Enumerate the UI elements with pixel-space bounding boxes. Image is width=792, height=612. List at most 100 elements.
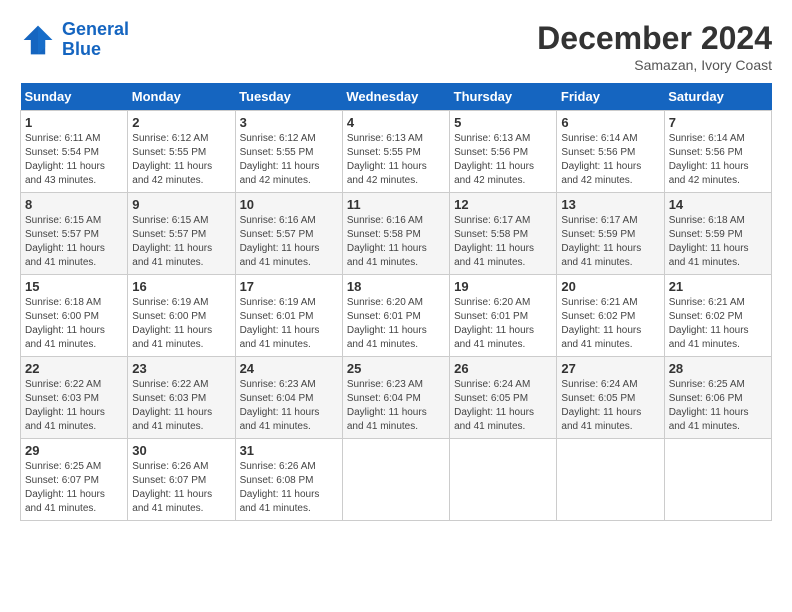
day-info: Sunrise: 6:11 AMSunset: 5:54 PMDaylight:… (25, 132, 123, 188)
calendar-cell: 10Sunrise: 6:16 AMSunset: 5:57 PMDayligh… (235, 193, 342, 275)
day-number: 20 (561, 279, 659, 294)
day-info: Sunrise: 6:26 AMSunset: 6:08 PMDaylight:… (240, 460, 338, 516)
day-info: Sunrise: 6:13 AMSunset: 5:56 PMDaylight:… (454, 132, 552, 188)
calendar-cell: 17 Sunrise: 6:19 AMSunset: 6:01 PMDayligh… (235, 275, 342, 357)
day-info: Sunrise: 6:22 AMSunset: 6:03 PMDaylight:… (132, 378, 230, 434)
day-number: 10 (240, 197, 338, 212)
calendar-cell: 9Sunrise: 6:15 AMSunset: 5:57 PMDaylight… (128, 193, 235, 275)
calendar-cell: 25 Sunrise: 6:23 AMSunset: 6:04 PMDayligh… (342, 357, 449, 439)
weekday-header-row: SundayMondayTuesdayWednesdayThursdayFrid… (21, 83, 772, 111)
day-number: 19 (454, 279, 552, 294)
logo: General Blue (20, 20, 129, 60)
calendar-cell: 31 Sunrise: 6:26 AMSunset: 6:08 PMDayligh… (235, 439, 342, 521)
day-info: Sunrise: 6:17 AMSunset: 5:59 PMDaylight:… (561, 214, 659, 270)
calendar-cell: 21Sunrise: 6:21 AMSunset: 6:02 PMDayligh… (664, 275, 771, 357)
calendar-cell: 8 Sunrise: 6:15 AMSunset: 5:57 PMDaylight… (21, 193, 128, 275)
day-number: 2 (132, 115, 230, 130)
day-number: 25 (347, 361, 445, 376)
day-info: Sunrise: 6:13 AMSunset: 5:55 PMDaylight:… (347, 132, 445, 188)
day-number: 18 (347, 279, 445, 294)
calendar-row: 29 Sunrise: 6:25 AMSunset: 6:07 PMDayligh… (21, 439, 772, 521)
day-info: Sunrise: 6:16 AMSunset: 5:58 PMDaylight:… (347, 214, 445, 270)
calendar-cell: 14Sunrise: 6:18 AMSunset: 5:59 PMDayligh… (664, 193, 771, 275)
day-number: 27 (561, 361, 659, 376)
weekday-header: Friday (557, 83, 664, 111)
day-number: 17 (240, 279, 338, 294)
day-number: 16 (132, 279, 230, 294)
day-info: Sunrise: 6:21 AMSunset: 6:02 PMDaylight:… (561, 296, 659, 352)
day-info: Sunrise: 6:15 AMSunset: 5:57 PMDaylight:… (25, 214, 123, 270)
day-info: Sunrise: 6:18 AMSunset: 5:59 PMDaylight:… (669, 214, 767, 270)
calendar-cell (342, 439, 449, 521)
day-info: Sunrise: 6:14 AMSunset: 5:56 PMDaylight:… (561, 132, 659, 188)
day-info: Sunrise: 6:24 AMSunset: 6:05 PMDaylight:… (454, 378, 552, 434)
calendar-cell (664, 439, 771, 521)
day-info: Sunrise: 6:20 AMSunset: 6:01 PMDaylight:… (454, 296, 552, 352)
day-number: 23 (132, 361, 230, 376)
calendar-row: 15 Sunrise: 6:18 AMSunset: 6:00 PMDayligh… (21, 275, 772, 357)
calendar-table: SundayMondayTuesdayWednesdayThursdayFrid… (20, 83, 772, 521)
weekday-header: Thursday (450, 83, 557, 111)
calendar-cell (450, 439, 557, 521)
day-number: 1 (25, 115, 123, 130)
day-number: 29 (25, 443, 123, 458)
day-info: Sunrise: 6:15 AMSunset: 5:57 PMDaylight:… (132, 214, 230, 270)
day-number: 4 (347, 115, 445, 130)
location: Samazan, Ivory Coast (537, 57, 772, 73)
day-number: 26 (454, 361, 552, 376)
day-number: 7 (669, 115, 767, 130)
calendar-cell: 7 Sunrise: 6:14 AMSunset: 5:56 PMDaylight… (664, 111, 771, 193)
weekday-header: Sunday (21, 83, 128, 111)
logo-icon (20, 22, 56, 58)
weekday-header: Tuesday (235, 83, 342, 111)
calendar-cell: 18 Sunrise: 6:20 AMSunset: 6:01 PMDayligh… (342, 275, 449, 357)
calendar-row: 8 Sunrise: 6:15 AMSunset: 5:57 PMDaylight… (21, 193, 772, 275)
day-number: 8 (25, 197, 123, 212)
day-number: 24 (240, 361, 338, 376)
calendar-cell: 27 Sunrise: 6:24 AMSunset: 6:05 PMDayligh… (557, 357, 664, 439)
calendar-cell: 15 Sunrise: 6:18 AMSunset: 6:00 PMDayligh… (21, 275, 128, 357)
day-info: Sunrise: 6:24 AMSunset: 6:05 PMDaylight:… (561, 378, 659, 434)
day-info: Sunrise: 6:25 AMSunset: 6:07 PMDaylight:… (25, 460, 123, 516)
day-number: 15 (25, 279, 123, 294)
day-info: Sunrise: 6:14 AMSunset: 5:56 PMDaylight:… (669, 132, 767, 188)
day-number: 11 (347, 197, 445, 212)
day-info: Sunrise: 6:18 AMSunset: 6:00 PMDaylight:… (25, 296, 123, 352)
day-info: Sunrise: 6:23 AMSunset: 6:04 PMDaylight:… (240, 378, 338, 434)
day-info: Sunrise: 6:22 AMSunset: 6:03 PMDaylight:… (25, 378, 123, 434)
day-number: 30 (132, 443, 230, 458)
calendar-cell: 1 Sunrise: 6:11 AMSunset: 5:54 PMDaylight… (21, 111, 128, 193)
logo-text: General Blue (62, 20, 129, 60)
weekday-header: Wednesday (342, 83, 449, 111)
calendar-cell: 6 Sunrise: 6:14 AMSunset: 5:56 PMDaylight… (557, 111, 664, 193)
page-header: General Blue December 2024 Samazan, Ivor… (20, 20, 772, 73)
calendar-cell: 30 Sunrise: 6:26 AMSunset: 6:07 PMDayligh… (128, 439, 235, 521)
day-info: Sunrise: 6:19 AMSunset: 6:01 PMDaylight:… (240, 296, 338, 352)
day-info: Sunrise: 6:20 AMSunset: 6:01 PMDaylight:… (347, 296, 445, 352)
calendar-cell: 4 Sunrise: 6:13 AMSunset: 5:55 PMDaylight… (342, 111, 449, 193)
calendar-cell: 19 Sunrise: 6:20 AMSunset: 6:01 PMDayligh… (450, 275, 557, 357)
day-number: 31 (240, 443, 338, 458)
day-number: 6 (561, 115, 659, 130)
calendar-cell: 5Sunrise: 6:13 AMSunset: 5:56 PMDaylight… (450, 111, 557, 193)
calendar-cell: 13 Sunrise: 6:17 AMSunset: 5:59 PMDayligh… (557, 193, 664, 275)
day-info: Sunrise: 6:21 AMSunset: 6:02 PMDaylight:… (669, 296, 767, 352)
calendar-row: 1 Sunrise: 6:11 AMSunset: 5:54 PMDaylight… (21, 111, 772, 193)
calendar-cell: 2 Sunrise: 6:12 AMSunset: 5:55 PMDaylight… (128, 111, 235, 193)
calendar-cell: 29 Sunrise: 6:25 AMSunset: 6:07 PMDayligh… (21, 439, 128, 521)
month-title: December 2024 (537, 20, 772, 57)
day-info: Sunrise: 6:12 AMSunset: 5:55 PMDaylight:… (132, 132, 230, 188)
title-section: December 2024 Samazan, Ivory Coast (537, 20, 772, 73)
day-number: 13 (561, 197, 659, 212)
calendar-cell: 3 Sunrise: 6:12 AMSunset: 5:55 PMDaylight… (235, 111, 342, 193)
calendar-cell: 20 Sunrise: 6:21 AMSunset: 6:02 PMDayligh… (557, 275, 664, 357)
calendar-cell: 26 Sunrise: 6:24 AMSunset: 6:05 PMDayligh… (450, 357, 557, 439)
calendar-cell: 24 Sunrise: 6:23 AMSunset: 6:04 PMDayligh… (235, 357, 342, 439)
day-info: Sunrise: 6:26 AMSunset: 6:07 PMDaylight:… (132, 460, 230, 516)
day-number: 12 (454, 197, 552, 212)
day-number: 3 (240, 115, 338, 130)
day-info: Sunrise: 6:23 AMSunset: 6:04 PMDaylight:… (347, 378, 445, 434)
day-info: Sunrise: 6:12 AMSunset: 5:55 PMDaylight:… (240, 132, 338, 188)
day-info: Sunrise: 6:19 AMSunset: 6:00 PMDaylight:… (132, 296, 230, 352)
calendar-cell (557, 439, 664, 521)
